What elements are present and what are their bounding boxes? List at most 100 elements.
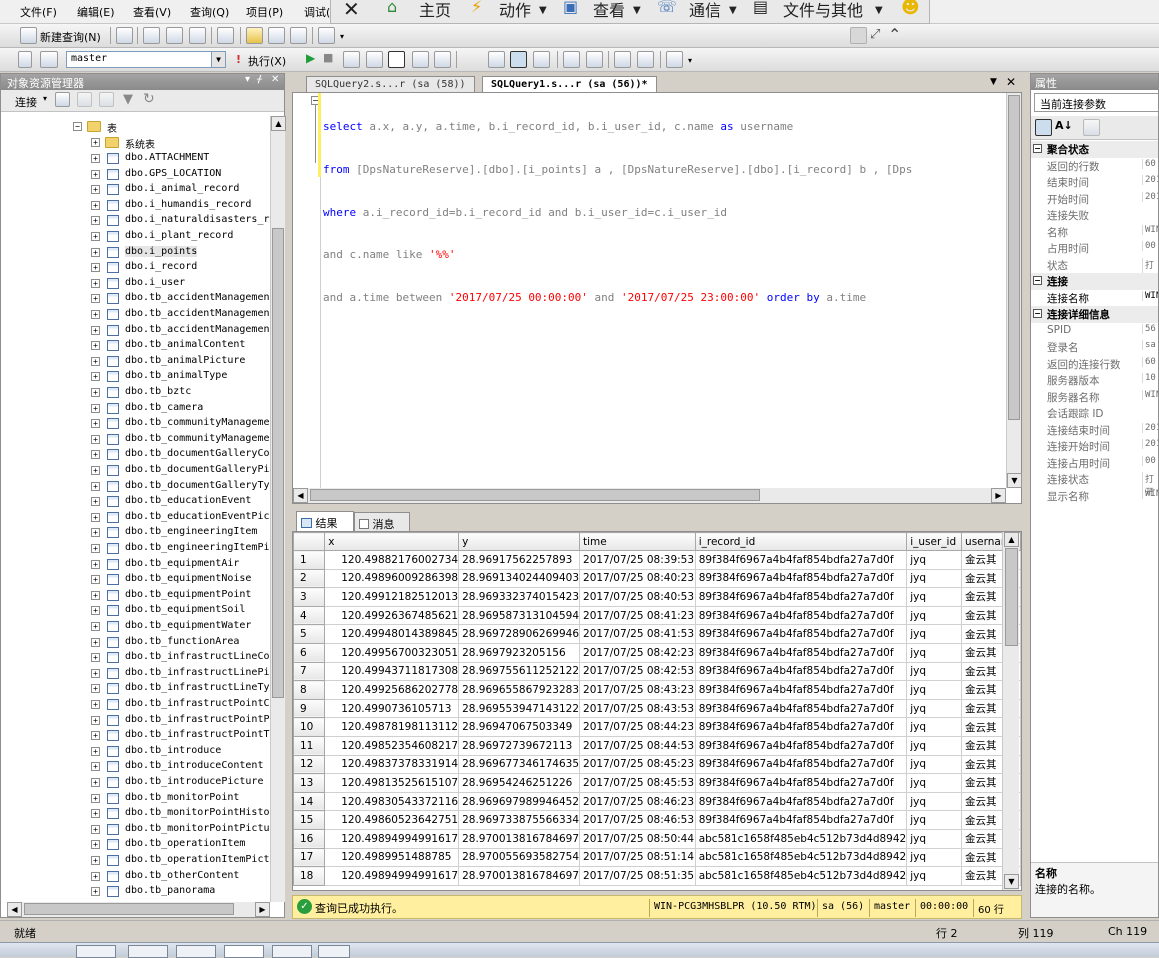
tree-node-table[interactable]: + dbo.tb_infrastructPointCo: [85, 697, 270, 713]
overlay-home[interactable]: 主页: [419, 0, 451, 21]
property-category[interactable]: − 聚合状态: [1031, 141, 1158, 158]
cell-x[interactable]: 120.4990736105713: [324, 698, 460, 719]
object-explorer-hscrollbar[interactable]: ◀ ▶: [7, 902, 270, 917]
tree-node-table[interactable]: + dbo.tb_accidentManagemen: [85, 323, 270, 339]
expand-icon[interactable]: +: [91, 434, 100, 444]
cell-y[interactable]: 28.969587313104594: [458, 605, 581, 626]
menu-query[interactable]: 查询(Q): [190, 4, 229, 20]
tab-messages[interactable]: 消息: [354, 512, 410, 532]
cell-x[interactable]: 120.49860523642751: [324, 810, 460, 830]
expand-icon[interactable]: +: [91, 403, 100, 413]
tree-node-table[interactable]: + dbo.tb_accidentManagemen: [85, 307, 270, 323]
property-row[interactable]: 连接开始时间 201: [1031, 438, 1158, 455]
uncomment-icon[interactable]: [586, 51, 603, 68]
table-row[interactable]: 8 120.49925686202778 28.969655867923283 201…: [293, 680, 1021, 700]
alphabetical-icon[interactable]: A↓: [1055, 119, 1073, 132]
column-header[interactable]: i_user_id: [906, 532, 963, 551]
display-plan-icon[interactable]: [366, 51, 383, 68]
tree-node-table[interactable]: + dbo.tb_infrastructPointPi: [85, 713, 270, 729]
cell-i-record-id[interactable]: abc581c1658f485eb4c512b73d4d8942: [694, 866, 908, 886]
results-to-text-icon[interactable]: [388, 51, 405, 68]
results-grid[interactable]: x y time i_record_id i_user_id username …: [292, 531, 1022, 891]
table-row[interactable]: 12 120.49837378331914 28.969677346174635 20…: [293, 754, 1021, 775]
cell-x[interactable]: 120.49837378331914: [324, 754, 460, 775]
tree-node-table[interactable]: + dbo.tb_camera: [85, 401, 270, 417]
cell-time[interactable]: 2017/07/25 08:43:53: [579, 698, 696, 719]
property-row[interactable]: 连接状态 打开: [1031, 471, 1158, 498]
menu-edit[interactable]: 编辑(E): [77, 4, 115, 20]
tree-node-table[interactable]: + dbo.tb_infrastructPointTy: [85, 728, 270, 744]
cell-time[interactable]: 2017/07/25 08:45:53: [579, 773, 696, 793]
cell-y[interactable]: 28.969755611252122: [458, 661, 581, 682]
debug-play-icon[interactable]: ▶: [306, 51, 320, 68]
scroll-thumb[interactable]: [272, 228, 284, 698]
expand-icon[interactable]: +: [91, 200, 100, 210]
table-row[interactable]: 6 120.49956700323051 28.9697923205156 2017/…: [293, 642, 1021, 663]
cell-x[interactable]: 120.49925686202778: [324, 680, 460, 700]
expand-icon[interactable]: +: [91, 544, 100, 553]
cell-x[interactable]: 120.49882176002734: [324, 550, 460, 570]
expand-icon[interactable]: +: [91, 388, 100, 397]
chevron-down-icon[interactable]: ▼: [633, 5, 641, 16]
disconnect-icon[interactable]: [77, 92, 92, 107]
available-databases-select[interactable]: master ▼: [66, 51, 226, 68]
expand-icon[interactable]: +: [91, 809, 100, 819]
cell-i-user-id[interactable]: jyq: [906, 773, 963, 793]
row-number[interactable]: 4: [293, 605, 326, 626]
property-row[interactable]: 会话跟踪 ID: [1031, 405, 1158, 422]
cell-i-user-id[interactable]: jyq: [906, 828, 963, 849]
cell-time[interactable]: 2017/07/25 08:42:23: [579, 642, 696, 663]
overlay-communication[interactable]: 通信: [689, 0, 721, 21]
cell-time[interactable]: 2017/07/25 08:40:53: [579, 587, 696, 607]
scroll-up-icon[interactable]: ▲: [1004, 532, 1019, 547]
chevron-down-icon[interactable]: ▼: [729, 5, 737, 16]
sql-editor[interactable]: − select a.x, a.y, a.time, b.i_record_id…: [292, 92, 1022, 504]
cell-y[interactable]: 28.96972739672113: [458, 735, 581, 756]
overlay-action[interactable]: 动作: [499, 0, 531, 21]
tree-node-table[interactable]: + dbo.tb_infrastructLineTy: [85, 681, 270, 697]
expand-icon[interactable]: +: [91, 466, 100, 475]
tree-node-table[interactable]: + dbo.tb_introduceContent: [85, 759, 270, 775]
cell-time[interactable]: 2017/07/25 08:45:23: [579, 754, 696, 775]
tree-node-table[interactable]: + dbo.i_points: [85, 245, 270, 261]
editor-hscrollbar[interactable]: ◀ ▶: [293, 488, 1006, 503]
tree-node-table[interactable]: + dbo.tb_operationItemPictu: [85, 853, 270, 869]
cell-i-record-id[interactable]: 89f384f6967a4b4faf854bdfa27a7d0f: [694, 568, 908, 589]
tree-node-table[interactable]: + dbo.i_naturaldisasters_re: [85, 213, 270, 229]
cell-x[interactable]: 120.49894994991617: [324, 866, 460, 886]
expand-icon[interactable]: +: [91, 856, 100, 865]
cell-x[interactable]: 120.49948014389845: [324, 624, 460, 644]
property-row[interactable]: 连接结束时间 201: [1031, 422, 1158, 439]
execute-button[interactable]: 执行(X): [248, 53, 286, 69]
chevron-down-icon[interactable]: ▼: [875, 5, 883, 16]
cell-x[interactable]: 120.49852354608217: [324, 735, 460, 756]
cell-x[interactable]: 120.49926367485621: [324, 605, 460, 626]
cell-x[interactable]: 120.49912182512013: [324, 587, 460, 607]
tree-node-table[interactable]: + dbo.tb_otherContent: [85, 869, 270, 885]
scroll-thumb[interactable]: [1005, 548, 1018, 646]
tab-results[interactable]: 结果: [296, 511, 354, 532]
expand-icon[interactable]: +: [91, 325, 100, 335]
table-row[interactable]: 10 120.49878198113112 28.96947067503349 201…: [293, 717, 1021, 737]
tree-node-table[interactable]: + dbo.tb_accidentManagemen: [85, 291, 270, 307]
expand-icon[interactable]: +: [91, 606, 100, 616]
row-number[interactable]: 16: [293, 828, 326, 849]
expand-icon[interactable]: +: [91, 247, 100, 257]
property-row[interactable]: 状态打开: [1031, 257, 1158, 284]
expand-icon[interactable]: +: [91, 232, 100, 241]
cell-i-record-id[interactable]: 89f384f6967a4b4faf854bdfa27a7d0f: [694, 698, 908, 719]
expand-icon[interactable]: +: [91, 668, 100, 678]
tree-node-table[interactable]: + dbo.tb_monitorPointHistor: [85, 806, 270, 822]
expand-icon[interactable]: +: [91, 700, 100, 709]
cell-time[interactable]: 2017/07/25 08:40:23: [579, 568, 696, 589]
tree-node-table[interactable]: + dbo.i_humandis_record: [85, 198, 270, 214]
table-row[interactable]: 15 120.49860523642751 28.969733875566334 20…: [293, 810, 1021, 830]
row-number[interactable]: 8: [293, 680, 326, 700]
property-category[interactable]: − 连接详细信息: [1031, 306, 1158, 323]
sql-code[interactable]: select a.x, a.y, a.time, b.i_record_id, …: [323, 93, 1003, 333]
tree-node-table[interactable]: + dbo.tb_animalType: [85, 369, 270, 385]
taskbar-button[interactable]: [318, 945, 350, 958]
chevron-down-icon[interactable]: ▼: [539, 5, 547, 16]
activity-monitor-icon[interactable]: [318, 27, 335, 44]
expand-icon[interactable]: +: [91, 778, 100, 787]
